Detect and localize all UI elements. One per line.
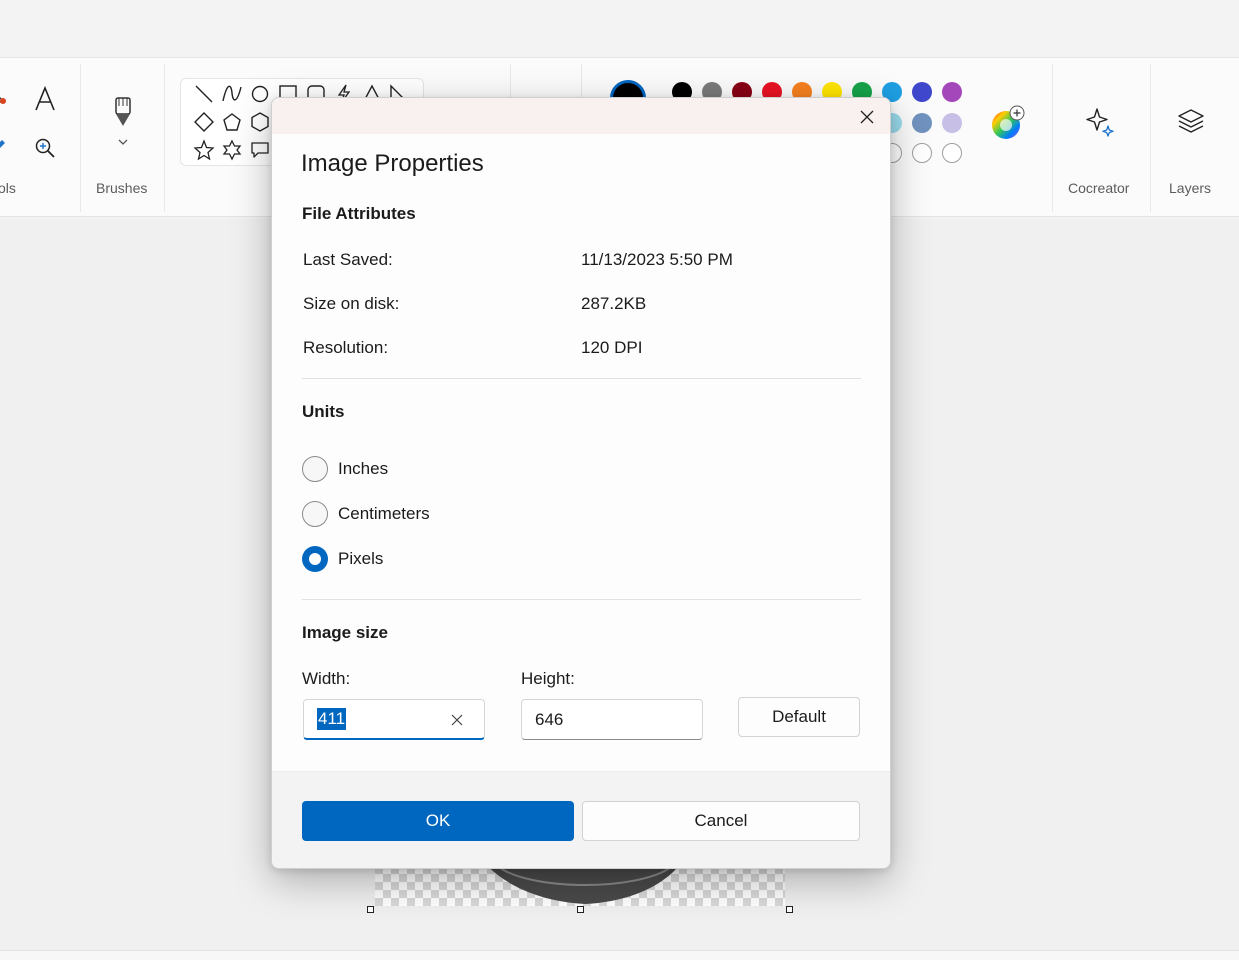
section-divider (302, 599, 861, 600)
size-on-disk-label: Size on disk: (303, 294, 400, 313)
radio-inches[interactable]: Inches (302, 456, 388, 482)
chevron-down-icon[interactable] (116, 136, 130, 148)
radio-centimeters-label: Centimeters (338, 504, 430, 523)
default-button[interactable]: Default (738, 697, 860, 737)
ok-button[interactable]: OK (302, 801, 574, 841)
text-icon[interactable] (32, 84, 58, 114)
empty-color-swatch[interactable] (912, 143, 932, 163)
color-swatch[interactable] (912, 82, 932, 102)
brushes-group-label: Brushes (96, 180, 148, 196)
tools-group-label: ols (0, 180, 16, 196)
last-saved-label: Last Saved: (303, 250, 393, 269)
clear-icon[interactable] (448, 711, 466, 729)
hexagon-shape-icon[interactable] (249, 111, 271, 133)
height-input[interactable]: 646 (521, 699, 703, 740)
callout-shape-icon[interactable] (249, 139, 271, 161)
edit-colors-icon[interactable] (988, 104, 1026, 142)
star-shape-icon[interactable] (193, 139, 215, 161)
resolution-label: Resolution: (303, 338, 389, 357)
dialog-title: Image Properties (301, 150, 484, 177)
radio-inches-label: Inches (338, 459, 389, 478)
radio-centimeters[interactable]: Centimeters (302, 501, 430, 527)
radio-circle[interactable] (302, 456, 328, 482)
resize-handle[interactable] (367, 906, 374, 913)
image-properties-dialog: Image Properties File Attributes Last Sa… (271, 97, 891, 869)
radio-pixels[interactable]: Pixels (302, 546, 383, 572)
close-icon (860, 110, 874, 124)
width-input[interactable]: 411 (303, 699, 485, 740)
fill-icon[interactable] (0, 86, 12, 110)
six-point-star-shape-icon[interactable] (221, 139, 243, 161)
section-divider (302, 378, 861, 379)
resolution-value: 120 DPI (581, 338, 643, 357)
radio-pixels-label: Pixels (338, 549, 384, 568)
magnifier-icon[interactable] (33, 136, 57, 160)
layers-icon[interactable] (1176, 106, 1206, 138)
size-on-disk-value: 287.2KB (581, 294, 647, 313)
resize-handle[interactable] (577, 906, 584, 913)
file-attributes-heading: File Attributes (302, 204, 416, 223)
units-heading: Units (302, 402, 345, 421)
color-swatch[interactable] (942, 82, 962, 102)
curve-shape-icon[interactable] (221, 83, 243, 105)
height-label: Height: (521, 669, 575, 688)
close-button[interactable] (854, 104, 880, 130)
empty-color-swatch[interactable] (942, 143, 962, 163)
width-label: Width: (302, 669, 351, 688)
color-swatch[interactable] (912, 113, 932, 133)
resize-handle[interactable] (786, 906, 793, 913)
color-swatch[interactable] (942, 113, 962, 133)
last-saved-value: 11/13/2023 5:50 PM (581, 250, 733, 269)
cocreator-group-label: Cocreator (1068, 180, 1130, 196)
oval-shape-icon[interactable] (249, 83, 271, 105)
radio-circle-checked[interactable] (302, 546, 328, 572)
cancel-button[interactable]: Cancel (582, 801, 860, 841)
app-titlebar (0, 0, 1239, 57)
ribbon-separator (1052, 64, 1053, 212)
color-picker-icon[interactable] (0, 136, 8, 152)
ribbon-separator (1150, 64, 1151, 212)
layers-group-label: Layers (1169, 180, 1212, 196)
image-size-heading: Image size (302, 623, 388, 642)
width-input-value: 411 (317, 708, 347, 730)
dialog-titlebar (272, 98, 890, 134)
diamond-shape-icon[interactable] (193, 111, 215, 133)
sparkle-icon[interactable] (1084, 106, 1116, 138)
pentagon-shape-icon[interactable] (221, 111, 243, 133)
ribbon-separator (80, 64, 81, 212)
status-bar (0, 950, 1239, 960)
brush-icon[interactable] (110, 94, 136, 130)
height-input-value: 646 (535, 709, 564, 729)
line-shape-icon[interactable] (193, 83, 215, 105)
ribbon-separator (164, 64, 165, 212)
radio-circle[interactable] (302, 501, 328, 527)
